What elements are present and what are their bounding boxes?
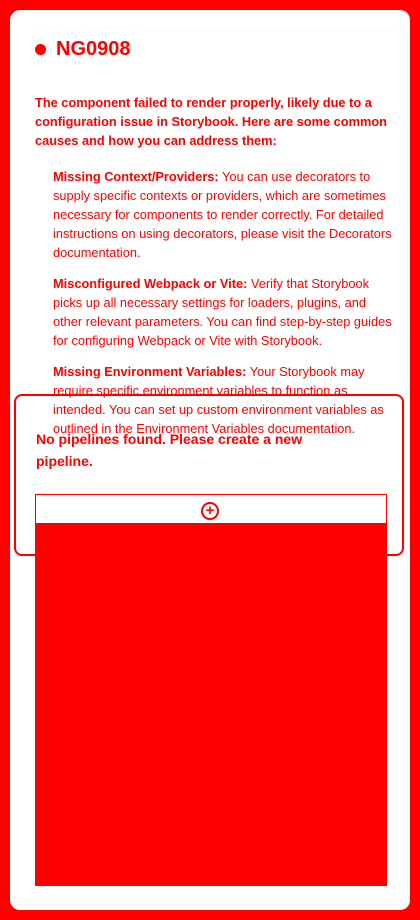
- error-code: NG0908: [56, 38, 131, 60]
- error-dot-icon: [35, 43, 46, 55]
- pipelines-list-header: +: [36, 495, 386, 523]
- cause-item: Missing Context/Providers: You can use d…: [53, 167, 395, 262]
- cause-title: Missing Context/Providers:: [53, 169, 219, 184]
- plus-circle-icon: +: [205, 502, 215, 519]
- error-intro: The component failed to render properly,…: [35, 95, 387, 148]
- error-title: NG0908: [35, 36, 395, 62]
- storybook-error-overlay: NG0908 The component failed to render pr…: [35, 36, 395, 450]
- cause-list: Missing Context/Providers: You can use d…: [35, 167, 395, 438]
- cause-title: Missing Environment Variables:: [53, 364, 247, 379]
- add-pipeline-button[interactable]: +: [201, 502, 219, 520]
- cause-item: Missing Environment Variables: Your Stor…: [53, 362, 395, 438]
- pipelines-list: +: [35, 494, 387, 886]
- cause-title: Misconfigured Webpack or Vite:: [53, 276, 248, 291]
- cause-item: Misconfigured Webpack or Vite: Verify th…: [53, 274, 395, 350]
